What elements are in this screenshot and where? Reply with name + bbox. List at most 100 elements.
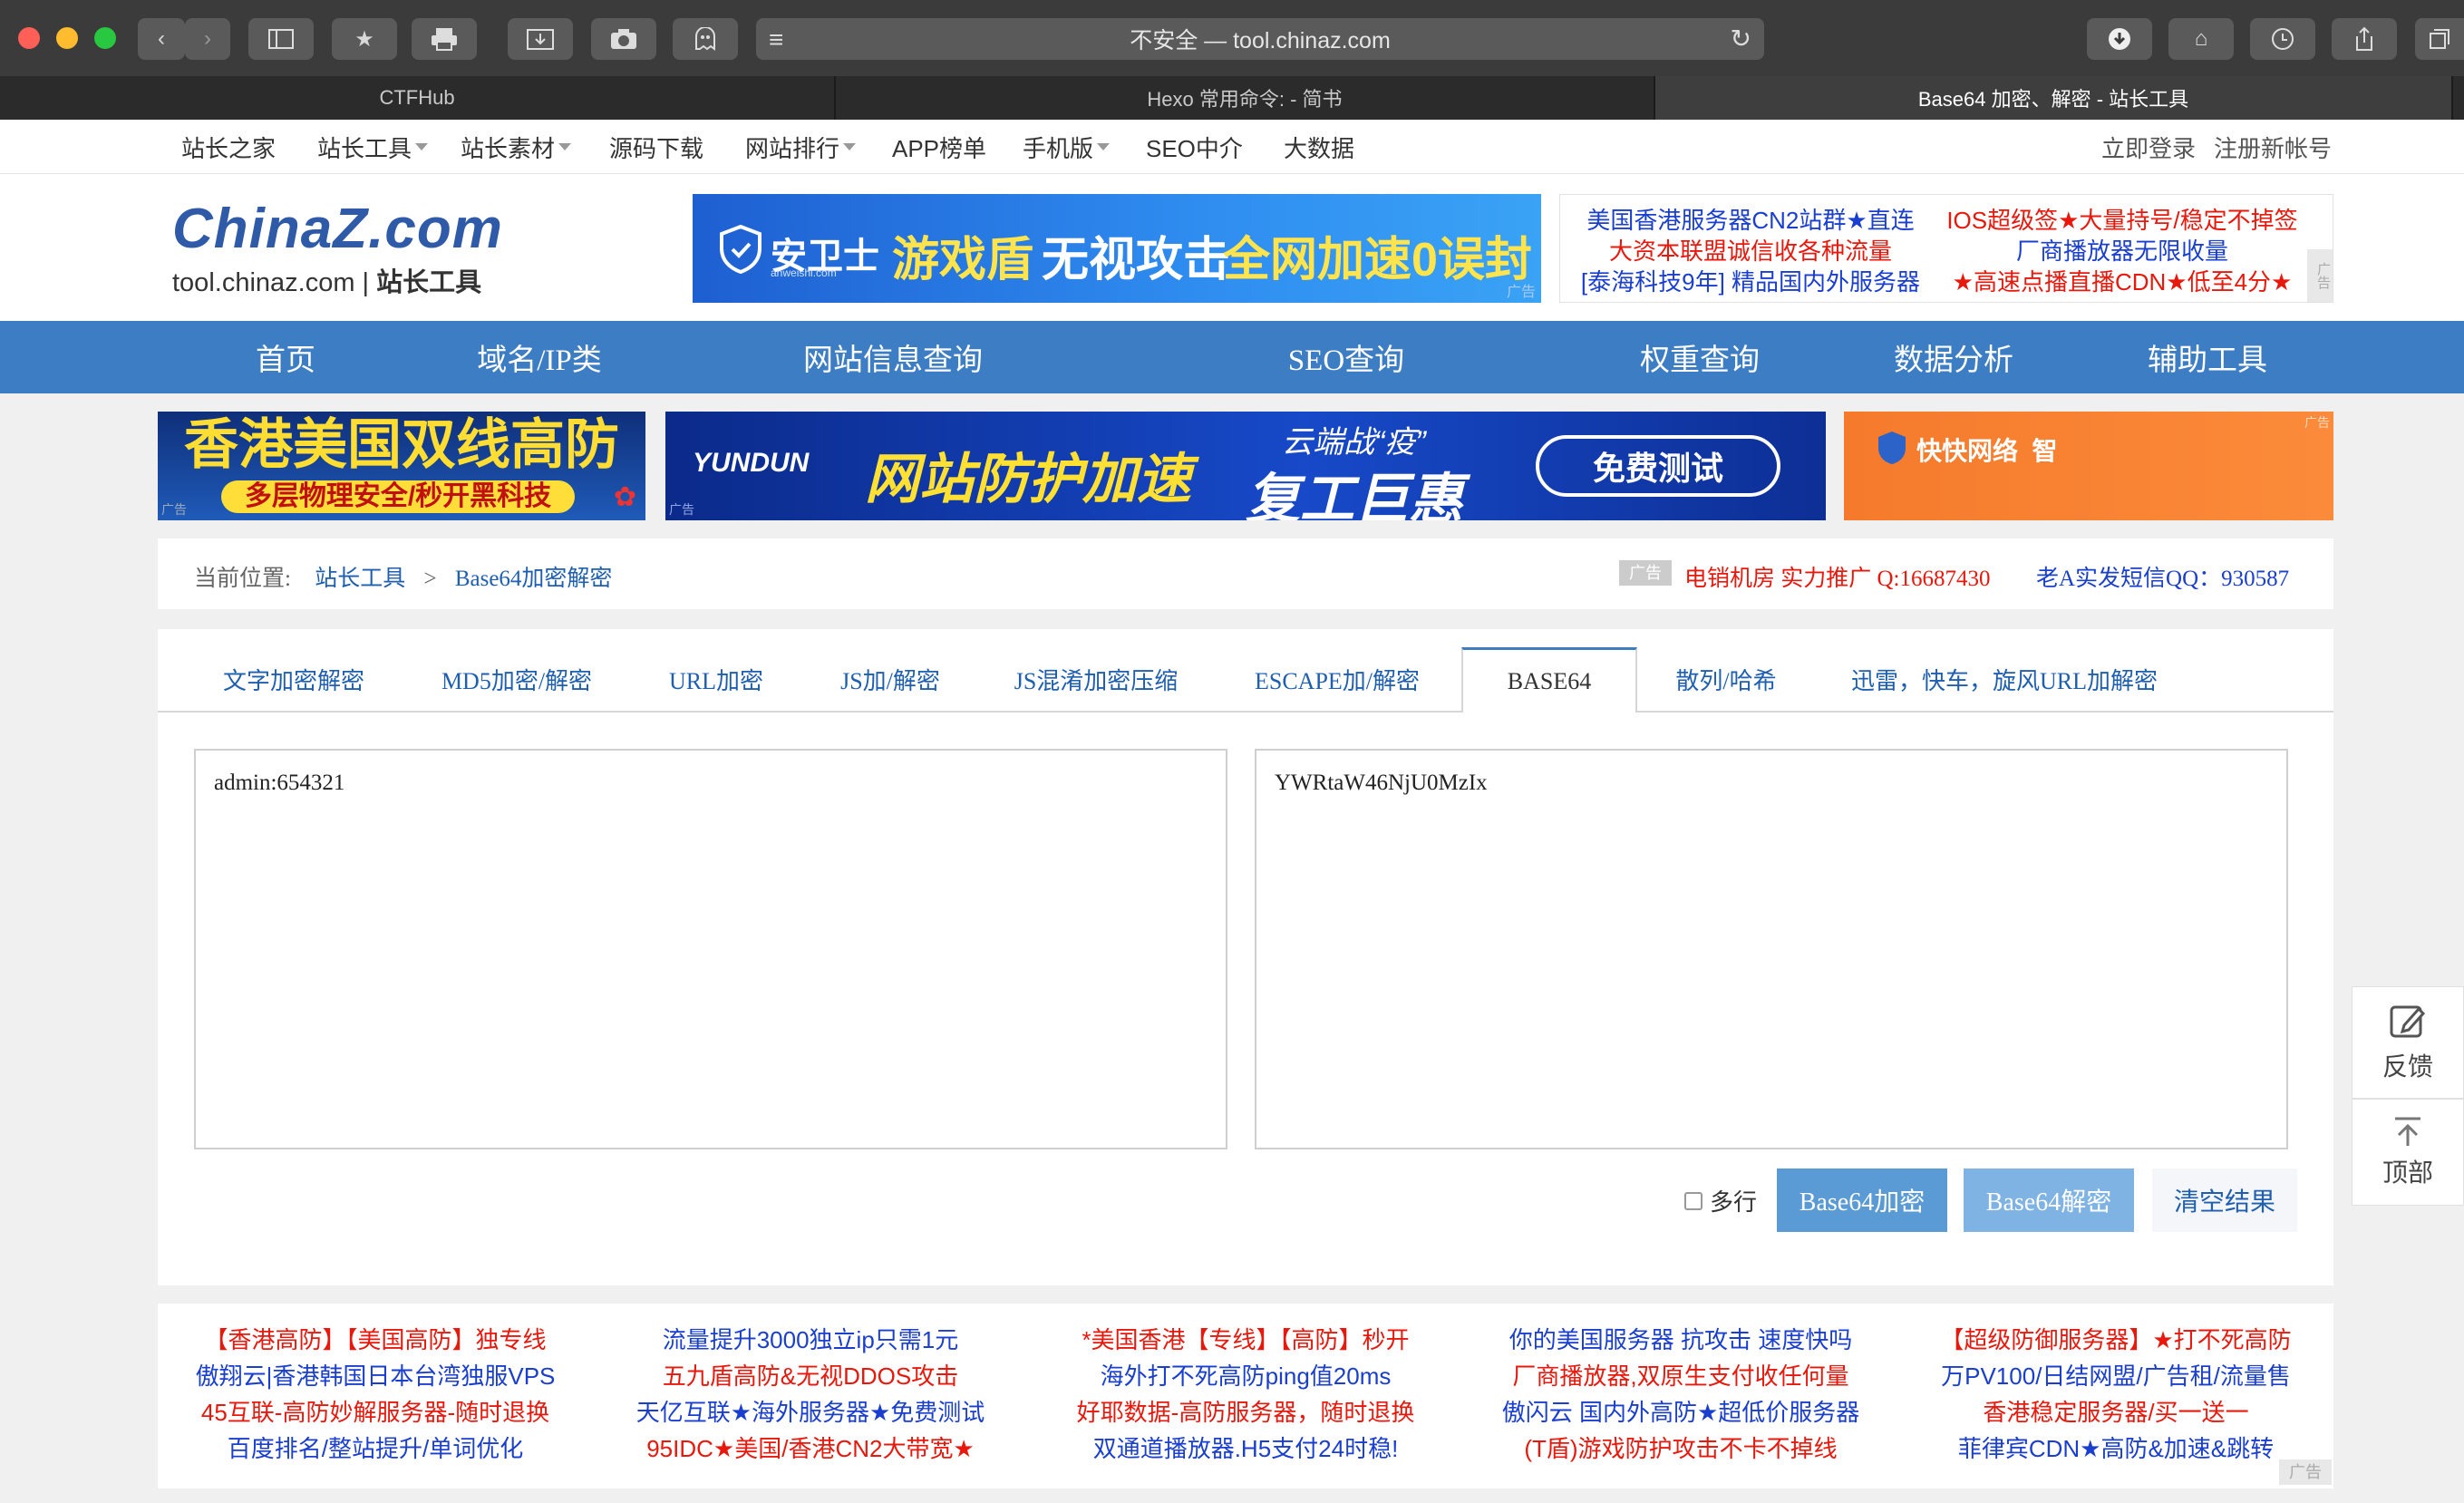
topnav-item[interactable]: 手机版	[1023, 120, 1111, 174]
mainnav-item[interactable]: 网站信息查询	[780, 321, 1006, 393]
register-link[interactable]: 注册新帐号	[2214, 120, 2332, 174]
text-ad-link[interactable]: 美国香港服务器CN2站群★直连	[1569, 202, 1932, 236]
topnav-item[interactable]: 站长素材	[461, 120, 572, 174]
footer-ad-link[interactable]: 傲闪云 国内外高防★超低价服务器	[1463, 1394, 1898, 1428]
breadcrumb-ad-link[interactable]: 电销机房 实力推广 Q:16687430	[1684, 560, 1991, 593]
downloads-button[interactable]	[2087, 18, 2152, 60]
text-ad-link[interactable]: IOS超级签★大量持号/稳定不掉签	[1941, 202, 2304, 236]
multiline-checkbox[interactable]	[1684, 1191, 1702, 1210]
reload-icon[interactable]: ↻	[1731, 24, 1751, 53]
footer-ad-link[interactable]: 【超级防御服务器】★打不死高防	[1898, 1322, 2333, 1355]
ad-tag: 广告	[2279, 1459, 2332, 1485]
reader-view-icon[interactable]: ≡	[769, 25, 783, 54]
footer-ad-link[interactable]: (T盾)游戏防护攻击不卡不掉线	[1463, 1430, 1898, 1464]
mainnav-item[interactable]: SEO查询	[1251, 321, 1441, 393]
chinaz-logo[interactable]: ChinaZ.com tool.chinaz.com | 站长工具	[172, 201, 517, 301]
back-to-top-button[interactable]: 顶部	[2352, 1099, 2464, 1206]
share-button[interactable]	[2332, 18, 2397, 60]
footer-ad-link[interactable]: 菲律宾CDN★高防&加速&跳转	[1898, 1430, 2333, 1464]
tool-tab-label: 文字加密解密	[222, 667, 364, 694]
topnav-item[interactable]: 大数据	[1284, 120, 1354, 174]
topnav-item[interactable]: SEO中介	[1146, 120, 1243, 174]
text-ad-link[interactable]: 大资本联盟诚信收各种流量	[1569, 233, 1932, 267]
topnav-item[interactable]: 站长之家	[181, 120, 276, 174]
close-window-button[interactable]	[18, 27, 40, 49]
footer-ad-link[interactable]: 95IDC★美国/香港CN2大带宽★	[593, 1430, 1028, 1464]
tool-tab[interactable]: 文字加密解密	[203, 647, 384, 711]
home-button[interactable]: ⌂	[2168, 18, 2234, 60]
footer-ad-link[interactable]: 万PV100/日结网盟/广告租/流量售	[1898, 1358, 2333, 1391]
input-textarea[interactable]	[194, 749, 1227, 1149]
forward-button[interactable]: ›	[185, 18, 230, 60]
tool-tab[interactable]: MD5加密/解密	[426, 647, 607, 711]
feedback-button[interactable]: 反馈	[2352, 986, 2464, 1099]
browser-tab[interactable]: Hexo 常用命令: - 简书	[836, 76, 1655, 120]
topnav-label: 手机版	[1023, 134, 1094, 162]
output-textarea[interactable]	[1255, 749, 2288, 1149]
footer-ad-link[interactable]: 双通道播放器.H5支付24时稳!	[1028, 1430, 1463, 1464]
base64-decode-button[interactable]: Base64解密	[1964, 1168, 2134, 1232]
footer-ad-link[interactable]: *美国香港【专线】【高防】秒开	[1028, 1322, 1463, 1355]
banner-ad[interactable]: YUNDUN 网站防护加速 云端战“疫” 复工巨惠 免费测试 广告	[665, 412, 1826, 520]
footer-ad-link[interactable]: 你的美国服务器 抗攻击 速度快吗	[1463, 1322, 1898, 1355]
tool-tab-active[interactable]: BASE64	[1461, 647, 1637, 713]
footer-ad-link[interactable]: 流量提升3000独立ip只需1元	[593, 1322, 1028, 1355]
clear-result-button[interactable]: 清空结果	[2152, 1168, 2297, 1232]
mainnav-label: 网站信息查询	[803, 344, 983, 377]
back-button[interactable]: ‹	[138, 18, 185, 60]
zoom-window-button[interactable]	[94, 27, 116, 49]
footer-ad-link[interactable]: 厂商播放器,双原生支付收任何量	[1463, 1358, 1898, 1391]
new-tab-button[interactable]	[2415, 18, 2464, 60]
bookmarks-button[interactable]: ★	[332, 18, 397, 60]
footer-ad-link[interactable]: 天亿互联★海外服务器★免费测试	[593, 1394, 1028, 1428]
mainnav-item[interactable]: 数据分析	[1858, 321, 2049, 393]
footer-ad-link[interactable]: 【香港高防】【美国高防】独专线	[158, 1322, 593, 1355]
mainnav-item[interactable]: 域名/IP类	[453, 321, 626, 393]
tool-tab[interactable]: 散列/哈希	[1663, 647, 1790, 711]
breadcrumb-home-link[interactable]: 站长工具	[315, 567, 405, 591]
browser-tab-active[interactable]: Base64 加密、解密 - 站长工具	[1655, 76, 2453, 120]
banner-ad[interactable]: 香港美国双线高防 多层物理安全/秒开黑科技 ✿ 广告	[158, 412, 645, 520]
tool-tab[interactable]: URL加密	[653, 647, 780, 711]
mainnav-item[interactable]: 辅助工具	[2112, 321, 2303, 393]
text-ad-link[interactable]: [泰海科技9年] 精品国内外服务器	[1569, 264, 1932, 297]
history-button[interactable]	[2250, 18, 2315, 60]
tabs-icon	[2430, 29, 2449, 49]
logo-text: .com	[368, 198, 503, 260]
text-ad-link[interactable]: 厂商播放器无限收量	[1941, 233, 2304, 267]
base64-encode-button[interactable]: Base64加密	[1777, 1168, 1947, 1232]
minimize-window-button[interactable]	[56, 27, 78, 49]
edit-icon	[2390, 1005, 2426, 1038]
ghost-extension-button[interactable]	[673, 18, 738, 60]
browser-tab-title: CTFHub	[379, 86, 455, 109]
topnav-item[interactable]: 站长工具	[317, 120, 429, 174]
address-bar[interactable]: ≡ 不安全 — tool.chinaz.com ↻	[756, 18, 1764, 60]
topnav-item[interactable]: 网站排行	[745, 120, 857, 174]
mainnav-item[interactable]: 权重查询	[1605, 321, 1795, 393]
banner-ad[interactable]: 快快网络 智 广告	[1844, 412, 2333, 520]
footer-ad-link[interactable]: 45互联-高防妙解服务器-随时退换	[158, 1394, 593, 1428]
footer-ad-link[interactable]: 海外打不死高防ping值20ms	[1028, 1358, 1463, 1391]
tool-tab[interactable]: 迅雷，快车，旋风URL加解密	[1846, 647, 2163, 711]
footer-ad-link[interactable]: 五九盾高防&无视DDOS攻击	[593, 1358, 1028, 1391]
header-ad-banner[interactable]: 安卫士 anweishi.com 游戏盾 无视攻击 全网加速0误封 广告	[693, 194, 1541, 303]
screenshot-button[interactable]	[591, 18, 656, 60]
print-button[interactable]	[412, 18, 477, 60]
footer-ad-link[interactable]: 傲翔云|香港韩国日本台湾独服VPS	[158, 1358, 593, 1391]
login-link[interactable]: 立即登录	[2101, 120, 2196, 174]
mainnav-item[interactable]: 首页	[209, 321, 363, 393]
footer-ad-link[interactable]: 好耶数据-高防服务器，随时退换	[1028, 1394, 1463, 1428]
footer-ad-link[interactable]: 百度排名/整站提升/单词优化	[158, 1430, 593, 1464]
browser-tab[interactable]: CTFHub	[0, 76, 836, 120]
topnav-item[interactable]: APP榜单	[892, 120, 986, 174]
tool-tab[interactable]: ESCAPE加/解密	[1242, 647, 1432, 711]
sidebar-toggle-button[interactable]	[248, 18, 314, 60]
tool-tab[interactable]: JS加/解密	[820, 647, 961, 711]
tool-tab[interactable]: JS混淆加密压缩	[1001, 647, 1191, 711]
breadcrumb-ad-link[interactable]: 老A实发短信QQ：930587	[2036, 560, 2289, 593]
download-page-button[interactable]	[508, 18, 573, 60]
topnav-item[interactable]: 源码下载	[609, 120, 703, 174]
button-label: Base64加密	[1799, 1188, 1926, 1217]
footer-ad-link[interactable]: 香港稳定服务器/买一送一	[1898, 1394, 2333, 1428]
text-ad-link[interactable]: ★高速点播直播CDN★低至4分★	[1941, 264, 2304, 297]
